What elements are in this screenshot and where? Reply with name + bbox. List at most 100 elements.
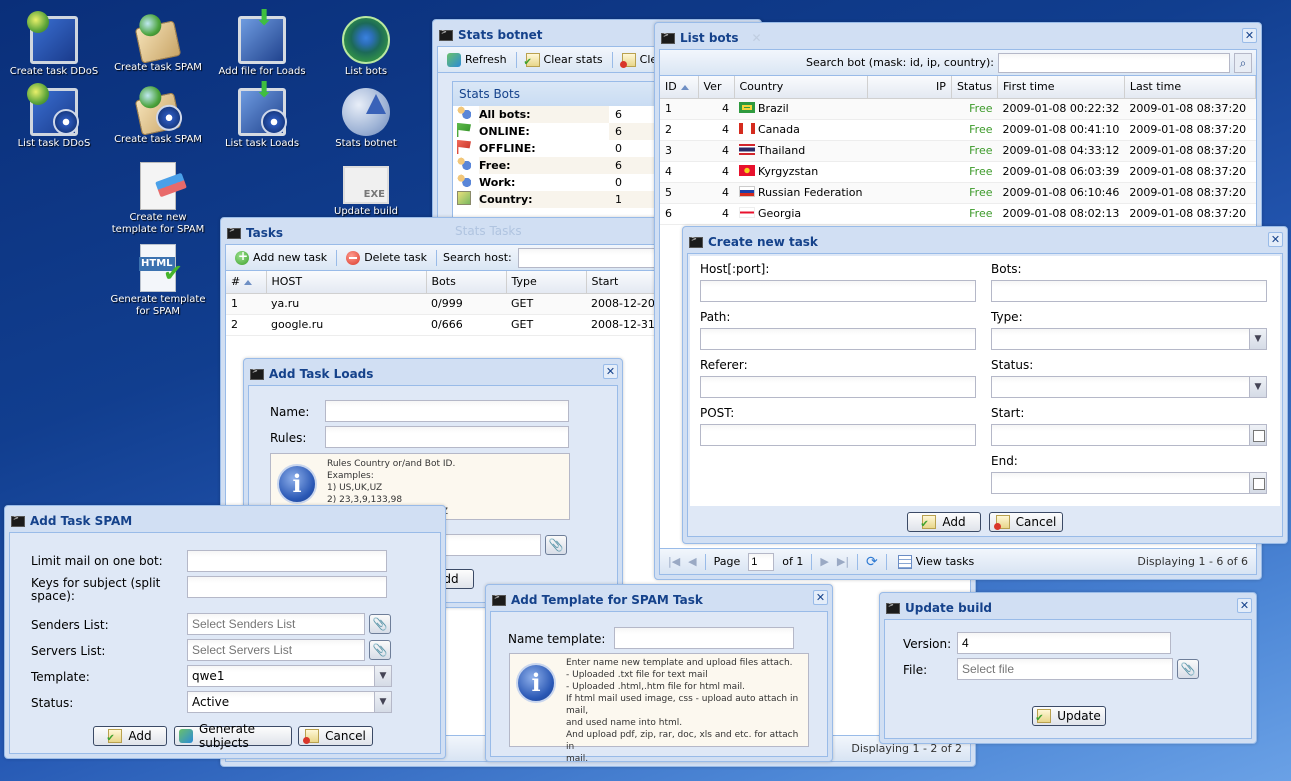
view-tasks-button[interactable]: View tasks: [895, 553, 978, 571]
paperclip-icon[interactable]: 📎: [1177, 659, 1199, 679]
paperclip-icon[interactable]: 📎: [369, 614, 391, 634]
update-button[interactable]: Update: [1032, 706, 1106, 726]
table-row[interactable]: 5 4 Russian Federation Free 2009-01-08 0…: [660, 182, 1256, 204]
template-select[interactable]: qwe1 ▼: [187, 665, 392, 687]
refresh-button[interactable]: Refresh: [444, 51, 510, 69]
generate-subjects-button[interactable]: Generate subjects: [174, 722, 292, 750]
file-input[interactable]: [957, 658, 1173, 680]
sort-asc-icon: [680, 84, 689, 90]
limit-mail-input[interactable]: [187, 550, 387, 572]
path-input[interactable]: [700, 328, 976, 350]
delete-icon: [346, 250, 361, 265]
chevron-down-icon[interactable]: ▼: [1250, 328, 1267, 350]
desktop-icon-add-file-loads[interactable]: Add file for Loads: [210, 13, 314, 78]
version-input[interactable]: [957, 632, 1171, 654]
first-page-button[interactable]: |◀: [668, 555, 680, 568]
table-row[interactable]: 6 4 Georgia Free 2009-01-08 08:02:13 200…: [660, 203, 1256, 225]
desktop-icon-list-bots[interactable]: List bots: [314, 16, 418, 78]
window-titlebar[interactable]: Update build: [884, 597, 1252, 619]
paperclip-icon[interactable]: 📎: [369, 640, 391, 660]
chevron-down-icon[interactable]: ▼: [375, 691, 392, 713]
column-header-type[interactable]: Type: [506, 271, 587, 294]
free-bots-icon: [457, 157, 471, 171]
bots-input[interactable]: [991, 280, 1267, 302]
start-label: Start:: [991, 406, 1025, 420]
next-page-button[interactable]: ▶: [820, 555, 828, 568]
close-icon[interactable]: ✕: [813, 590, 828, 605]
chevron-down-icon[interactable]: ▼: [375, 665, 392, 687]
desktop-icon-create-template[interactable]: Create new template for SPAM: [106, 162, 210, 236]
cancel-button[interactable]: Cancel: [298, 726, 373, 746]
desktop-icon-update-build[interactable]: Update build: [314, 160, 418, 218]
page-number-input[interactable]: [748, 552, 775, 571]
paperclip-icon[interactable]: 📎: [545, 535, 567, 555]
column-header-bots[interactable]: Bots: [426, 271, 507, 294]
table-row[interactable]: 4 4 Kyrgyzstan Free 2009-01-08 06:03:39 …: [660, 161, 1256, 183]
cancel-button[interactable]: Cancel: [989, 512, 1063, 532]
window-titlebar[interactable]: List bots ✕: [659, 27, 1257, 49]
desktop-icon-generate-template[interactable]: Generate template for SPAM: [106, 244, 210, 318]
close-icon[interactable]: ✕: [1268, 232, 1283, 247]
add-new-task-button[interactable]: Add new task: [232, 249, 330, 267]
rules-input[interactable]: [325, 426, 569, 448]
column-header-ip[interactable]: IP: [867, 76, 952, 99]
window-titlebar[interactable]: Create new task: [687, 231, 1283, 253]
column-header-status[interactable]: Status: [951, 76, 999, 99]
close-icon[interactable]: ✕: [1242, 28, 1257, 43]
status-select[interactable]: ▼: [991, 376, 1267, 398]
end-label: End:: [991, 454, 1018, 468]
host-input[interactable]: [700, 280, 976, 302]
status-label: Status:: [31, 696, 74, 710]
post-input[interactable]: [700, 424, 976, 446]
add-button[interactable]: Add: [907, 512, 981, 532]
desktop-icon-create-spam[interactable]: Create task SPAM: [106, 16, 210, 74]
close-icon[interactable]: ✕: [603, 364, 618, 379]
window-titlebar[interactable]: Add Task Loads: [248, 363, 618, 385]
end-date-field[interactable]: [991, 472, 1267, 494]
search-icon[interactable]: ⌕: [1234, 52, 1252, 73]
status-select[interactable]: Active ▼: [187, 691, 392, 713]
desktop-icon-create-ddos[interactable]: Create task DDoS: [2, 11, 106, 78]
search-bot-input[interactable]: [998, 52, 1230, 73]
bots-label: Bots:: [991, 262, 1022, 276]
desktop-icon-list-loads[interactable]: List task Loads: [210, 85, 314, 150]
window-titlebar[interactable]: Add Task SPAM: [9, 510, 441, 532]
column-header-number[interactable]: #: [226, 271, 267, 294]
window-titlebar[interactable]: Add Template for SPAM Task: [490, 589, 828, 611]
sort-asc-icon: [244, 279, 253, 285]
servers-list-input[interactable]: [187, 639, 365, 661]
calendar-icon[interactable]: [1250, 472, 1267, 494]
table-row[interactable]: 1 4 Brazil Free 2009-01-08 00:22:32 2009…: [660, 98, 1256, 120]
prev-page-button[interactable]: ◀: [688, 555, 696, 568]
desktop-icon-list-ddos[interactable]: List task DDoS: [2, 83, 106, 150]
senders-list-input[interactable]: [187, 613, 365, 635]
flag-russia-icon: [739, 186, 755, 197]
calendar-icon[interactable]: [1250, 424, 1267, 446]
keys-subject-input[interactable]: [187, 576, 387, 598]
type-select[interactable]: ▼: [991, 328, 1267, 350]
rules-label: Rules:: [270, 431, 307, 445]
clear-stats-button[interactable]: Clear stats: [523, 51, 606, 69]
referer-input[interactable]: [700, 376, 976, 398]
column-header-host[interactable]: HOST: [266, 271, 427, 294]
name-input[interactable]: [325, 400, 569, 422]
column-header-id[interactable]: ID: [660, 76, 699, 99]
add-button[interactable]: Add: [93, 726, 167, 746]
start-date-field[interactable]: [991, 424, 1267, 446]
tab-close-icon[interactable]: ✕: [752, 31, 762, 45]
refresh-icon[interactable]: ⟳: [866, 554, 878, 570]
column-header-first-time[interactable]: First time: [997, 76, 1125, 99]
name-template-input[interactable]: [614, 627, 794, 649]
table-row[interactable]: 3 4 Thailand Free 2009-01-08 04:33:12 20…: [660, 140, 1256, 162]
chevron-down-icon[interactable]: ▼: [1250, 376, 1267, 398]
column-header-ver[interactable]: Ver: [698, 76, 735, 99]
delete-task-button[interactable]: Delete task: [343, 249, 430, 267]
desktop-icon-create-spam-2[interactable]: Create task SPAM: [106, 88, 210, 146]
desktop-icon-stats-botnet[interactable]: Stats botnet: [314, 88, 418, 150]
column-header-last-time[interactable]: Last time: [1124, 76, 1257, 99]
close-icon[interactable]: ✕: [1237, 598, 1252, 613]
last-page-button[interactable]: ▶|: [837, 555, 849, 568]
update-build-window: Update build ✕ Version: File: 📎 Update: [879, 592, 1257, 744]
table-row[interactable]: 2 4 Canada Free 2009-01-08 00:41:10 2009…: [660, 119, 1256, 141]
column-header-country[interactable]: Country: [734, 76, 868, 99]
